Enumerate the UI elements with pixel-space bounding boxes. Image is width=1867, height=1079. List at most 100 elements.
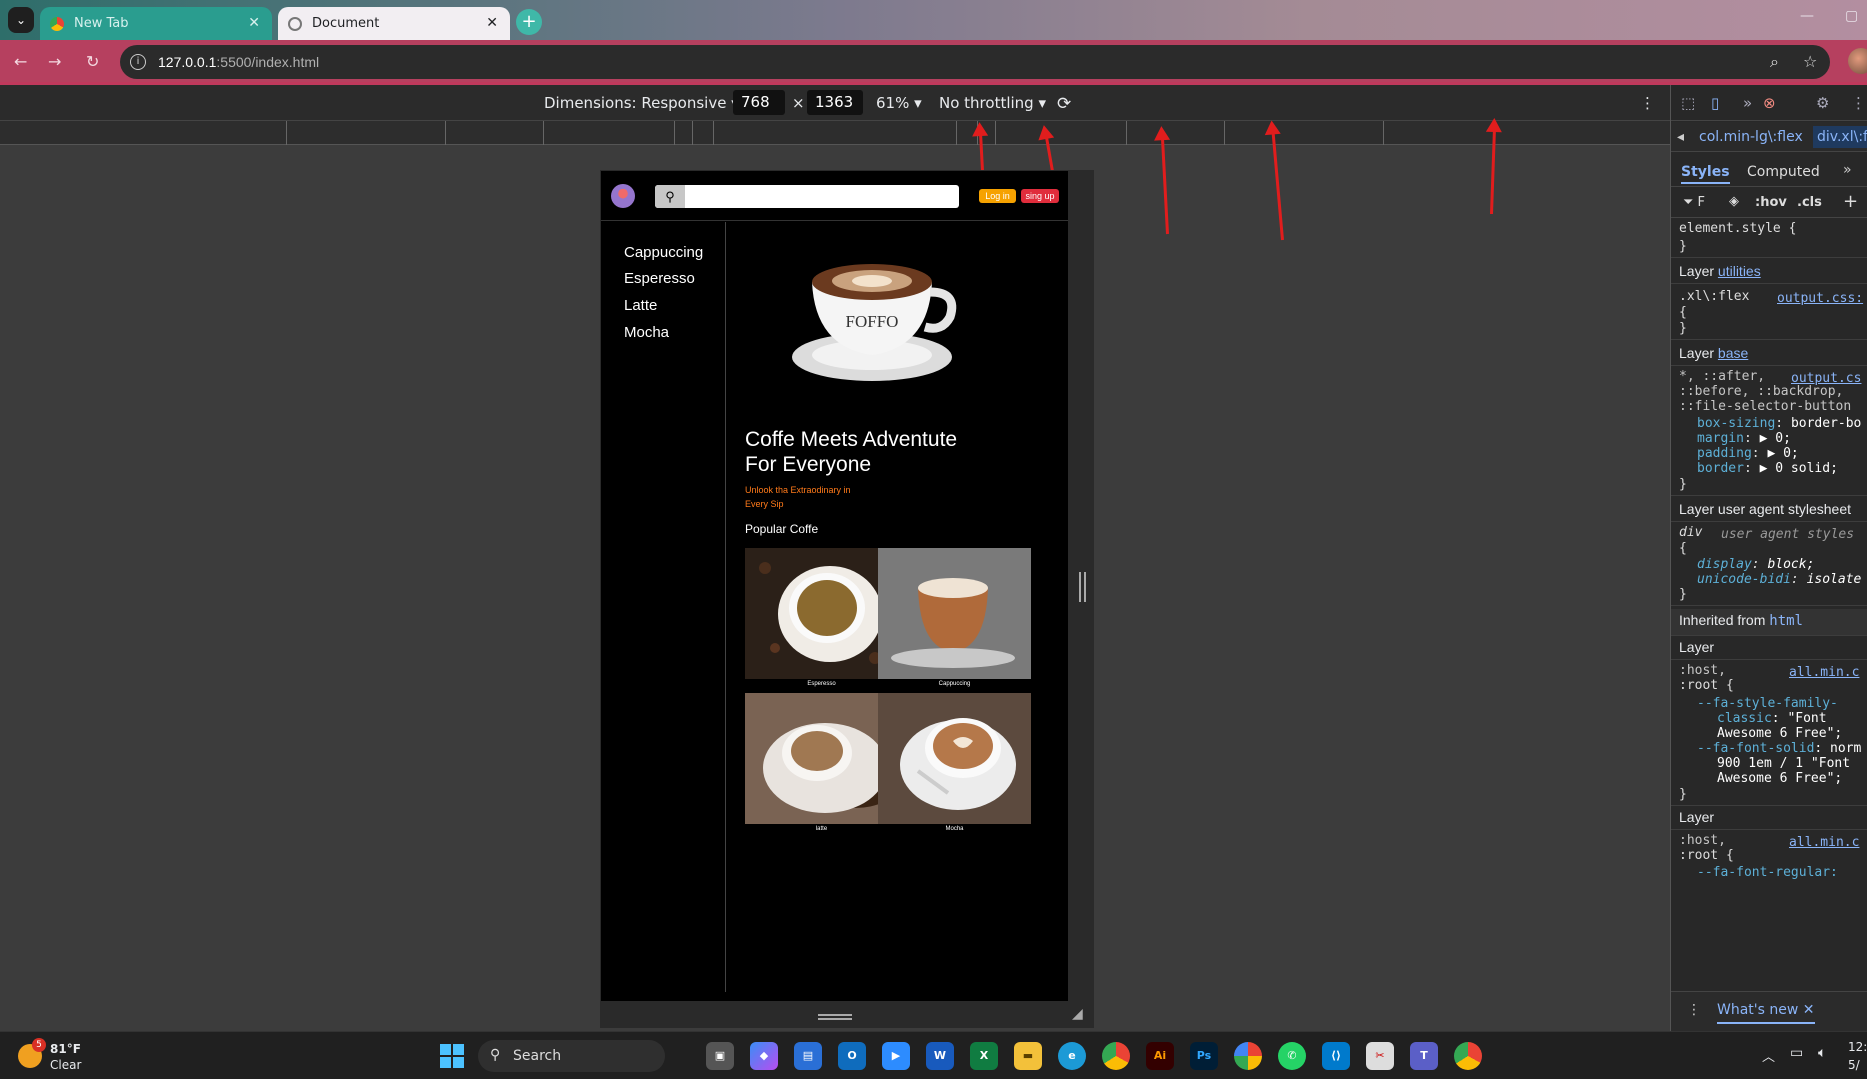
rule-selector[interactable]: div (1679, 525, 1702, 540)
source-link[interactable]: all.min.c (1789, 665, 1859, 680)
rotate-icon[interactable]: ⟳ (1057, 94, 1071, 114)
more-options-icon[interactable]: ⋮ (1640, 94, 1655, 112)
chrome-profile-icon[interactable] (1454, 1042, 1482, 1070)
tab-new-tab[interactable]: New Tab ✕ (40, 7, 272, 40)
profile-avatar[interactable] (1848, 48, 1867, 74)
inherited-link[interactable]: html (1769, 613, 1803, 629)
rule-selector[interactable]: .xl\:flex (1679, 289, 1749, 304)
devtools-menu-icon[interactable]: ⋮ (1851, 94, 1866, 112)
resize-handle-corner[interactable]: ◢ (1072, 1006, 1083, 1022)
chevron-up-icon[interactable]: ︿ (1762, 1046, 1775, 1065)
css-declaration[interactable]: --fa-font-regular: (1697, 865, 1838, 880)
tab-document[interactable]: Document ✕ (278, 7, 510, 40)
tab-styles[interactable]: Styles (1681, 164, 1730, 184)
weather-temp[interactable]: 81°F (50, 1042, 81, 1056)
rule-selector[interactable]: :host, (1679, 833, 1726, 848)
forward-arrow-icon[interactable]: → (48, 52, 61, 71)
layers-icon[interactable]: ◈ (1729, 194, 1739, 209)
task-view-icon[interactable]: ▣ (706, 1042, 734, 1070)
rule-selector[interactable]: element.style { (1679, 221, 1796, 236)
source-link[interactable]: all.min.c (1789, 835, 1859, 850)
tab-close-icon[interactable]: ✕ (248, 15, 260, 31)
resize-handle-right[interactable] (1079, 572, 1086, 602)
photoshop-icon[interactable]: Ps (1190, 1042, 1218, 1070)
coffee-card[interactable]: Mocha (878, 693, 1031, 832)
vscode-icon[interactable]: ⟨⟩ (1322, 1042, 1350, 1070)
sidebar-item-mocha[interactable]: Mocha (624, 324, 669, 341)
clock-date[interactable]: 5/ (1848, 1058, 1860, 1072)
rule-selector[interactable]: :host, (1679, 663, 1726, 678)
new-tab-button[interactable]: + (516, 9, 542, 35)
source-link[interactable]: output.css: (1777, 291, 1863, 306)
filter-icon[interactable]: ⏷ F (1683, 195, 1705, 210)
illustrator-icon[interactable]: Ai (1146, 1042, 1174, 1070)
volume-icon[interactable]: 🔈︎ (1818, 1045, 1826, 1061)
photos-icon[interactable] (1234, 1042, 1262, 1070)
dimensions-dropdown[interactable]: Dimensions: Responsive ▾ (544, 94, 739, 112)
height-input[interactable]: 1363 (807, 90, 863, 115)
excel-icon[interactable]: X (970, 1042, 998, 1070)
css-declaration[interactable]: box-sizing: border-bo (1697, 416, 1861, 431)
chrome-icon[interactable] (1102, 1042, 1130, 1070)
outlook-icon[interactable]: O (838, 1042, 866, 1070)
sidebar-item-cappuccino[interactable]: Cappuccing (624, 244, 703, 261)
minimize-button[interactable]: — (1800, 8, 1814, 24)
zoom-dropdown[interactable]: 61% ▾ (876, 94, 922, 112)
css-declaration[interactable]: padding: ▶ 0; (1697, 446, 1799, 461)
coffee-card[interactable]: Esperesso (745, 548, 898, 687)
css-declaration[interactable]: border: ▶ 0 solid; (1697, 461, 1838, 476)
site-search-input[interactable]: ⚲ (655, 185, 959, 208)
signup-button[interactable]: sing up (1021, 189, 1059, 203)
reload-icon[interactable]: ↻ (86, 52, 99, 71)
zoom-app-icon[interactable]: ▶ (882, 1042, 910, 1070)
tab-close-icon[interactable]: ✕ (486, 15, 498, 31)
media-query-bar[interactable] (0, 121, 1670, 145)
login-button[interactable]: Log in (979, 189, 1016, 203)
taskbar-search[interactable]: ⚲ Search (478, 1040, 665, 1072)
zoom-icon[interactable]: ⌕ (1770, 52, 1779, 72)
css-declaration[interactable]: --fa-style-family- (1697, 696, 1838, 711)
tab-whats-new[interactable]: What's new ✕ (1717, 1002, 1815, 1024)
css-declaration[interactable]: margin: ▶ 0; (1697, 431, 1791, 446)
tab-computed[interactable]: Computed (1747, 164, 1820, 180)
sidebar-item-latte[interactable]: Latte (624, 297, 657, 314)
site-info-icon[interactable]: i (130, 54, 146, 70)
site-logo[interactable] (611, 184, 635, 208)
resize-handle-bottom[interactable] (818, 1014, 852, 1020)
word-icon[interactable]: W (926, 1042, 954, 1070)
maximize-button[interactable]: ▢ (1845, 8, 1858, 24)
coffee-card[interactable]: Cappuccing (878, 548, 1031, 687)
error-icon[interactable]: ⊗ (1763, 94, 1776, 112)
bookmark-star-icon[interactable]: ☆ (1803, 52, 1817, 71)
breadcrumb-left-icon[interactable]: ◂ (1677, 129, 1684, 145)
layer-link[interactable]: base (1718, 345, 1748, 361)
settings-gear-icon[interactable]: ⚙ (1816, 94, 1829, 112)
rule-selector[interactable]: *, ::after, (1679, 369, 1765, 384)
clock-time[interactable]: 12: (1848, 1040, 1867, 1054)
breadcrumb-item-selected[interactable]: div.xl\:fl (1813, 126, 1867, 148)
whatsapp-icon[interactable]: ✆ (1278, 1042, 1306, 1070)
breadcrumb-item[interactable]: col.min-lg\:flex (1699, 129, 1803, 145)
device-toggle-icon[interactable]: ▯ (1711, 94, 1719, 112)
weather-condition[interactable]: Clear (50, 1058, 81, 1072)
layer-link[interactable]: utilities (1718, 263, 1761, 279)
sidebar-item-espresso[interactable]: Esperesso (624, 270, 695, 287)
css-declaration[interactable]: --fa-font-solid: norm (1697, 741, 1861, 756)
network-icon[interactable]: ▭ (1790, 1045, 1803, 1061)
width-input[interactable]: 768 (733, 90, 785, 115)
more-panels-icon[interactable]: » (1743, 94, 1752, 112)
tab-search-button[interactable]: ⌄ (8, 7, 34, 33)
coffee-card[interactable]: latte (745, 693, 898, 832)
edge-icon[interactable]: e (1058, 1042, 1086, 1070)
inspect-element-icon[interactable]: ⬚ (1681, 94, 1695, 112)
url-text[interactable]: 127.0.0.1:5500/index.html (158, 54, 319, 70)
teams-icon[interactable]: T (1410, 1042, 1438, 1070)
drawer-menu-icon[interactable]: ⋮ (1687, 1002, 1701, 1018)
hov-toggle[interactable]: :hov (1755, 195, 1787, 210)
file-explorer-icon[interactable]: ▬ (1014, 1042, 1042, 1070)
back-arrow-icon[interactable]: ← (14, 52, 27, 71)
cls-toggle[interactable]: .cls (1797, 195, 1822, 210)
store-icon[interactable]: ▤ (794, 1042, 822, 1070)
add-rule-icon[interactable]: + (1843, 191, 1858, 212)
copilot-icon[interactable]: ◆ (750, 1042, 778, 1070)
